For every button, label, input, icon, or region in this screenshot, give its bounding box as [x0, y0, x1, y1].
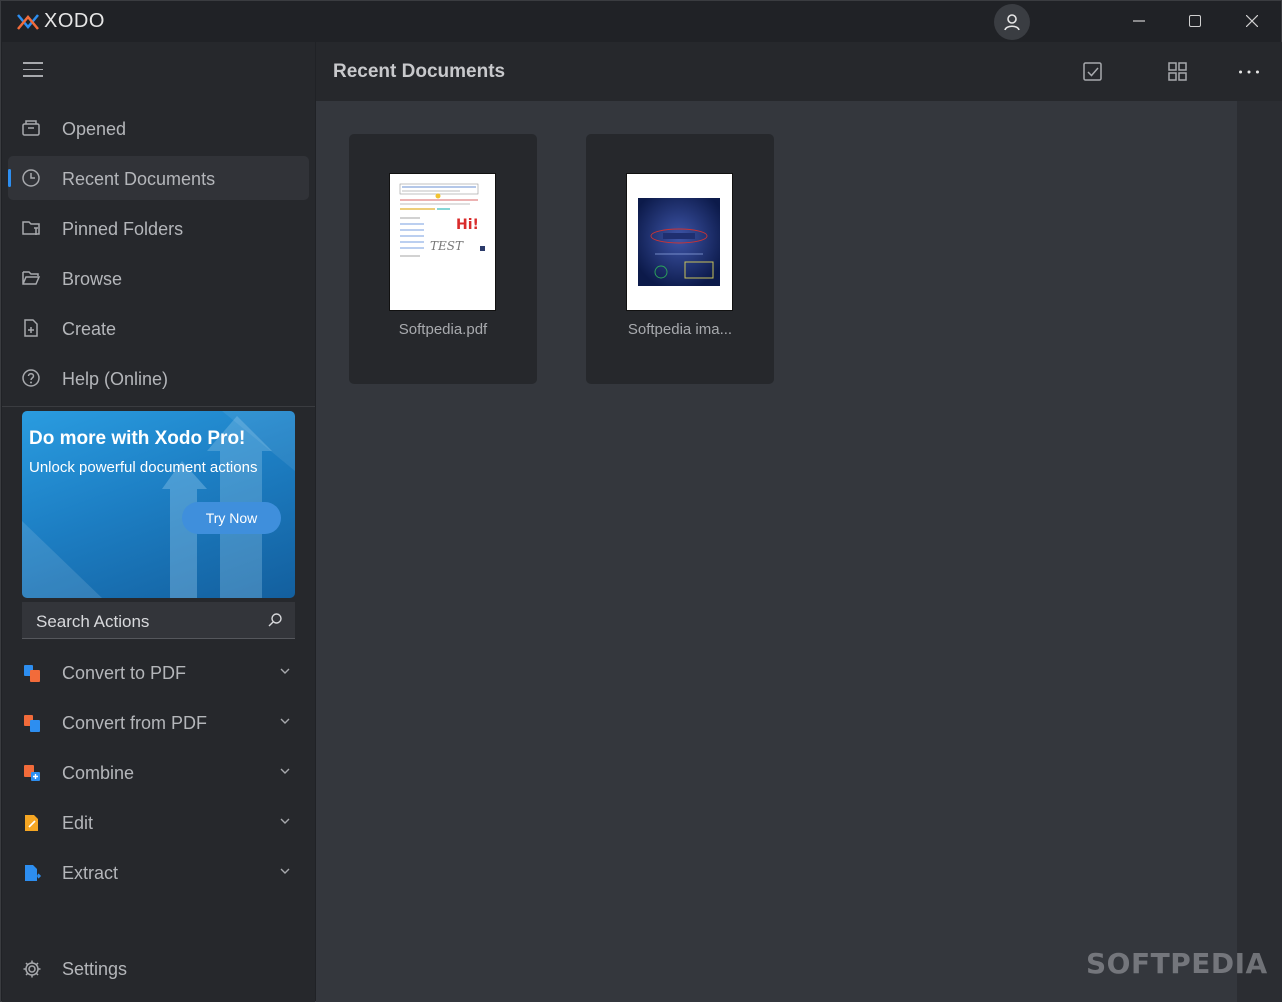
pdf-page-preview: Hi! TEST	[399, 183, 485, 257]
close-button[interactable]	[1229, 6, 1275, 36]
chevron-down-icon[interactable]	[279, 865, 291, 877]
chevron-down-icon[interactable]	[279, 765, 291, 777]
combine-icon	[24, 765, 40, 781]
more-options-icon[interactable]	[1238, 61, 1260, 83]
nav-label: Browse	[62, 269, 123, 289]
action-combine[interactable]: Combine	[8, 750, 309, 794]
title-bar: XODO	[1, 1, 1281, 42]
svg-text:TEST: TEST	[430, 239, 464, 253]
document-thumbnail: Hi! TEST	[389, 173, 496, 311]
document-card[interactable]: Hi! TEST Softpedia.pdf	[349, 134, 537, 384]
opened-icon	[22, 120, 40, 136]
main-header: Recent Documents	[316, 42, 1282, 101]
image-page-preview	[638, 198, 720, 286]
settings-label: Settings	[62, 959, 128, 979]
document-name: Softpedia.pdf	[398, 321, 488, 338]
xodo-logo: XODO	[16, 10, 105, 33]
nav-label: Pinned Folders	[62, 219, 184, 239]
documents-grid: Hi! TEST Softpedia.pdf Softpedia ima...	[316, 101, 1237, 1002]
settings-item[interactable]: Settings	[8, 946, 309, 990]
close-icon	[1246, 15, 1258, 27]
account-button[interactable]	[994, 4, 1030, 40]
extract-icon	[25, 865, 42, 881]
nav-label: Create	[62, 319, 117, 339]
action-label: Convert from PDF	[62, 713, 208, 733]
logo-text: XODO	[44, 10, 105, 32]
minimize-button[interactable]	[1116, 6, 1162, 36]
promo-title: Do more with Xodo Pro!	[29, 428, 246, 449]
clock-icon	[22, 169, 40, 187]
document-card[interactable]: Softpedia ima...	[586, 134, 774, 384]
action-label: Extract	[62, 863, 119, 883]
action-convert-to-pdf[interactable]: Convert to PDF	[8, 650, 309, 694]
search-icon[interactable]	[267, 612, 283, 628]
chevron-down-icon[interactable]	[279, 815, 291, 827]
action-label: Edit	[62, 813, 94, 833]
chevron-down-icon[interactable]	[279, 665, 291, 677]
action-label: Convert to PDF	[62, 663, 187, 683]
minimize-icon	[1133, 20, 1145, 22]
convert-from-pdf-icon	[24, 715, 40, 732]
help-icon	[22, 369, 40, 387]
nav-item-pinned-folders[interactable]: Pinned Folders	[8, 206, 309, 250]
nav-label: Recent Documents	[62, 169, 216, 189]
gear-icon	[23, 960, 41, 978]
scrollbar-track[interactable]	[1237, 101, 1282, 1002]
document-thumbnail	[626, 173, 733, 311]
action-edit[interactable]: Edit	[8, 800, 309, 844]
nav-item-create[interactable]: Create	[8, 306, 309, 350]
svg-text:Hi!: Hi!	[456, 217, 479, 233]
new-file-icon	[24, 319, 38, 337]
page-title: Recent Documents	[333, 61, 506, 82]
try-now-button[interactable]: Try Now	[182, 502, 281, 534]
action-extract[interactable]: Extract	[8, 850, 309, 894]
maximize-button[interactable]	[1172, 6, 1218, 36]
app-window: XODO Opened Recent Documents Pinned Fold…	[0, 0, 1282, 1002]
grid-view-icon[interactable]	[1167, 61, 1189, 83]
nav-item-browse[interactable]: Browse	[8, 256, 309, 300]
softpedia-watermark: SOFTPEDIA	[1086, 947, 1268, 980]
sidebar-divider	[2, 406, 315, 407]
nav-item-opened[interactable]: Opened	[8, 106, 309, 150]
document-name: Softpedia ima...	[627, 321, 733, 338]
search-placeholder: Search Actions	[36, 612, 150, 631]
edit-icon	[25, 815, 38, 831]
action-convert-from-pdf[interactable]: Convert from PDF	[8, 700, 309, 744]
nav-label: Help (Online)	[62, 369, 169, 389]
folder-open-icon	[22, 271, 41, 285]
user-icon	[1004, 14, 1020, 31]
sidebar: Opened Recent Documents Pinned Folders B…	[2, 42, 315, 1002]
convert-to-pdf-icon	[24, 665, 40, 682]
pinned-folder-icon	[22, 221, 40, 235]
promo-subtitle: Unlock powerful document actions	[29, 459, 258, 476]
xodo-logo-icon	[17, 13, 39, 30]
nav-item-recent-documents[interactable]: Recent Documents	[8, 156, 309, 200]
search-actions-input[interactable]: Search Actions	[22, 602, 295, 639]
select-checkbox-icon[interactable]	[1082, 61, 1104, 83]
pro-promo-banner: Do more with Xodo Pro! Unlock powerful d…	[22, 411, 295, 598]
nav-item-help[interactable]: Help (Online)	[8, 356, 309, 400]
chevron-down-icon[interactable]	[279, 715, 291, 727]
action-label: Combine	[62, 763, 135, 783]
hamburger-menu-icon[interactable]	[23, 62, 43, 77]
nav-label: Opened	[62, 119, 127, 139]
maximize-icon	[1189, 15, 1201, 27]
